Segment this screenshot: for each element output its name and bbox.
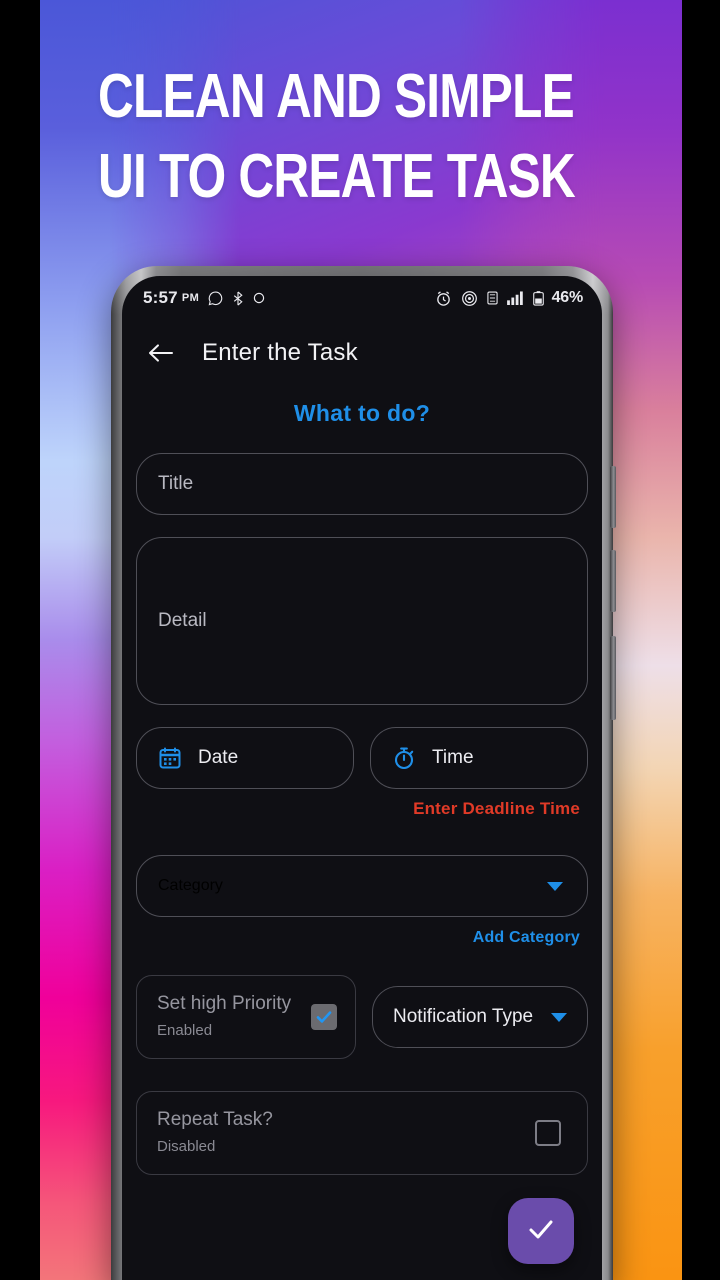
stopwatch-icon xyxy=(392,746,416,770)
time-picker-button[interactable]: Time xyxy=(370,727,588,789)
category-select[interactable]: Category xyxy=(136,855,588,917)
status-time: 5:57 xyxy=(143,288,178,307)
status-bar-right: 46% xyxy=(435,289,583,307)
repeat-title: Repeat Task? xyxy=(157,1109,273,1130)
priority-title: Set high Priority xyxy=(157,993,292,1014)
phone-mockup: 5:57 PM 46% Enter the Task What to do? T… xyxy=(111,266,616,1280)
priority-notification-row: Set high Priority Enabled Notification T… xyxy=(136,975,588,1059)
notification-type-select[interactable]: Notification Type xyxy=(372,986,588,1048)
headline-line-2: UI TO CREATE TASK xyxy=(98,142,576,211)
chevron-down-icon xyxy=(547,881,563,891)
calendar-icon xyxy=(158,746,182,770)
time-label: Time xyxy=(432,747,474,768)
letterbox-right xyxy=(682,0,720,1280)
battery-percent: 46% xyxy=(551,289,584,306)
date-picker-button[interactable]: Date xyxy=(136,727,354,789)
status-ampm: PM xyxy=(181,292,200,304)
repeat-checkbox[interactable] xyxy=(535,1120,561,1146)
volume-down-button[interactable] xyxy=(610,550,616,612)
notification-type-label: Notification Type xyxy=(393,1006,534,1027)
signal-icon xyxy=(506,291,524,305)
section-heading: What to do? xyxy=(293,400,431,426)
detail-placeholder: Detail xyxy=(158,610,207,631)
task-form: What to do? Title Detail Date Time Enter… xyxy=(122,386,602,1175)
date-time-row: Date Time xyxy=(136,727,588,789)
check-icon xyxy=(525,1213,557,1250)
repeat-task-card[interactable]: Repeat Task? Disabled xyxy=(136,1091,588,1175)
status-bar-left: 5:57 PM xyxy=(143,288,265,308)
hotspot-icon xyxy=(461,290,478,307)
page-title: Enter the Task xyxy=(202,339,358,366)
title-placeholder: Title xyxy=(158,473,194,494)
detail-input[interactable]: Detail xyxy=(136,537,588,705)
deadline-error-text: Enter Deadline Time xyxy=(413,799,580,818)
priority-state: Enabled xyxy=(157,1022,213,1039)
date-label: Date xyxy=(198,747,239,768)
promo-screenshot: CLEAN AND SIMPLE UI TO CREATE TASK 5:57 … xyxy=(0,0,720,1280)
priority-checkbox[interactable] xyxy=(311,1004,337,1030)
sim-icon xyxy=(486,291,498,305)
priority-texts: Set high Priority Enabled xyxy=(157,991,291,1043)
headline-line-1: CLEAN AND SIMPLE xyxy=(98,62,575,131)
alarm-icon xyxy=(435,290,452,307)
bluetooth-share-icon xyxy=(232,291,244,306)
save-task-button[interactable] xyxy=(508,1198,574,1264)
promo-headline: CLEAN AND SIMPLE UI TO CREATE TASK xyxy=(98,57,576,217)
priority-toggle-card[interactable]: Set high Priority Enabled xyxy=(136,975,356,1059)
status-bar: 5:57 PM 46% xyxy=(122,276,602,320)
chevron-down-icon xyxy=(551,1012,567,1022)
category-placeholder: Category xyxy=(158,877,223,894)
whatsapp-icon xyxy=(208,291,223,306)
title-input[interactable]: Title xyxy=(136,453,588,515)
add-category-link[interactable]: Add Category xyxy=(122,929,580,947)
letterbox-left xyxy=(0,0,40,1280)
phone-screen: 5:57 PM 46% Enter the Task What to do? T… xyxy=(122,276,602,1280)
volume-up-button[interactable] xyxy=(610,466,616,528)
repeat-texts: Repeat Task? Disabled xyxy=(157,1107,273,1159)
power-button[interactable] xyxy=(610,636,616,720)
repeat-state: Disabled xyxy=(157,1138,216,1155)
battery-icon xyxy=(532,290,544,306)
app-bar: Enter the Task xyxy=(122,320,602,386)
back-arrow-icon[interactable] xyxy=(148,340,174,366)
circle-icon xyxy=(253,292,265,304)
